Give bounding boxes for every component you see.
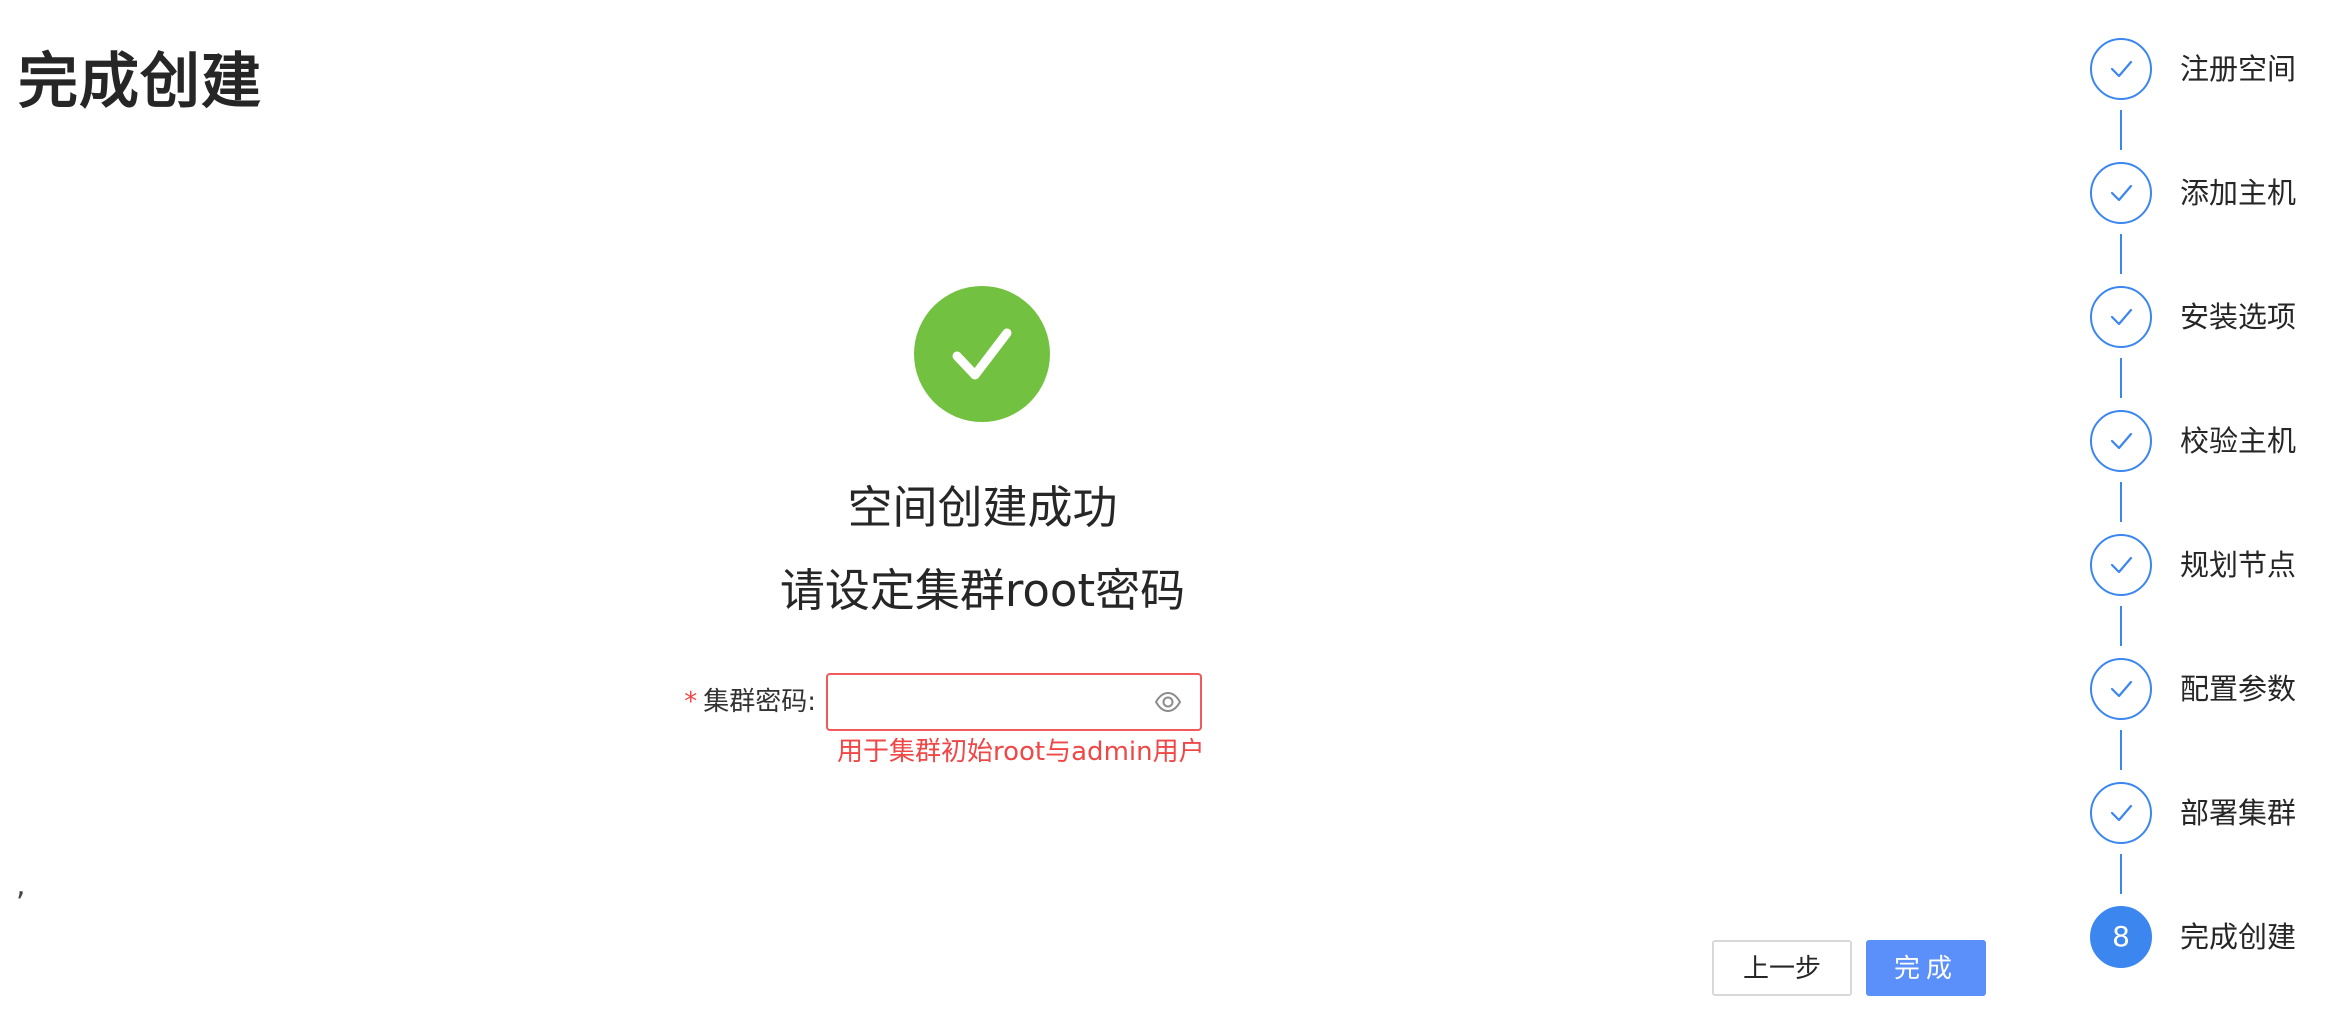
step-connector xyxy=(2120,606,2122,646)
step-label-register-space: 注册空间 xyxy=(2180,52,2297,86)
step-1-check-icon xyxy=(2090,38,2152,100)
page: 完成创建 , 空间创建成功 请设定集群root密码 * 集群密码: 用于集群初始r… xyxy=(0,0,2334,1018)
step-label-add-host: 添加主机 xyxy=(2180,176,2297,210)
password-helper-text: 用于集群初始root与admin用户 xyxy=(837,737,1205,767)
step-number: 8 xyxy=(2112,920,2130,953)
check-icon xyxy=(2110,556,2133,574)
step-3-check-icon xyxy=(2090,286,2152,348)
check-icon xyxy=(2110,184,2133,202)
step-label-finish-creation: 完成创建 xyxy=(2180,920,2297,954)
password-label: * 集群密码: xyxy=(660,673,826,731)
step-label-verify-host: 校验主机 xyxy=(2180,424,2297,458)
password-input[interactable] xyxy=(840,676,1154,728)
step-connector xyxy=(2120,730,2122,770)
password-label-text: 集群密码: xyxy=(703,687,816,717)
password-field[interactable] xyxy=(826,673,1202,731)
check-icon xyxy=(2110,308,2133,326)
step-label-config-params: 配置参数 xyxy=(2180,672,2297,706)
stray-mark: , xyxy=(16,868,26,903)
step-label-deploy-cluster: 部署集群 xyxy=(2180,796,2297,830)
step-7-check-icon xyxy=(2090,782,2152,844)
eye-icon[interactable] xyxy=(1154,688,1182,716)
check-mark-glyph xyxy=(952,328,1012,380)
step-connector xyxy=(2120,110,2122,150)
steps-sidebar: 注册空间 添加主机 安装选项 校验主机 规划节点 配置参数 部署集群 8 完成创… xyxy=(2090,0,2334,1018)
check-icon xyxy=(2110,432,2133,450)
step-6-check-icon xyxy=(2090,658,2152,720)
step-label-install-options: 安装选项 xyxy=(2180,300,2297,334)
step-4-check-icon xyxy=(2090,410,2152,472)
step-8-current: 8 xyxy=(2090,906,2152,968)
check-icon xyxy=(2110,60,2133,78)
check-icon xyxy=(2110,804,2133,822)
step-2-check-icon xyxy=(2090,162,2152,224)
success-title: 空间创建成功 xyxy=(847,481,1118,534)
password-form-row: * 集群密码: xyxy=(660,673,1202,731)
check-circle-icon xyxy=(914,286,1050,422)
step-5-check-icon xyxy=(2090,534,2152,596)
step-connector xyxy=(2120,358,2122,398)
finish-button[interactable]: 完成 xyxy=(1866,940,1986,996)
step-label-plan-nodes: 规划节点 xyxy=(2180,548,2297,582)
step-connector xyxy=(2120,234,2122,274)
success-subtitle: 请设定集群root密码 xyxy=(779,564,1186,617)
page-title: 完成创建 xyxy=(18,47,262,117)
step-connector xyxy=(2120,482,2122,522)
required-star: * xyxy=(684,687,698,717)
check-icon xyxy=(2110,680,2133,698)
step-connector xyxy=(2120,854,2122,894)
previous-step-button[interactable]: 上一步 xyxy=(1712,940,1852,996)
